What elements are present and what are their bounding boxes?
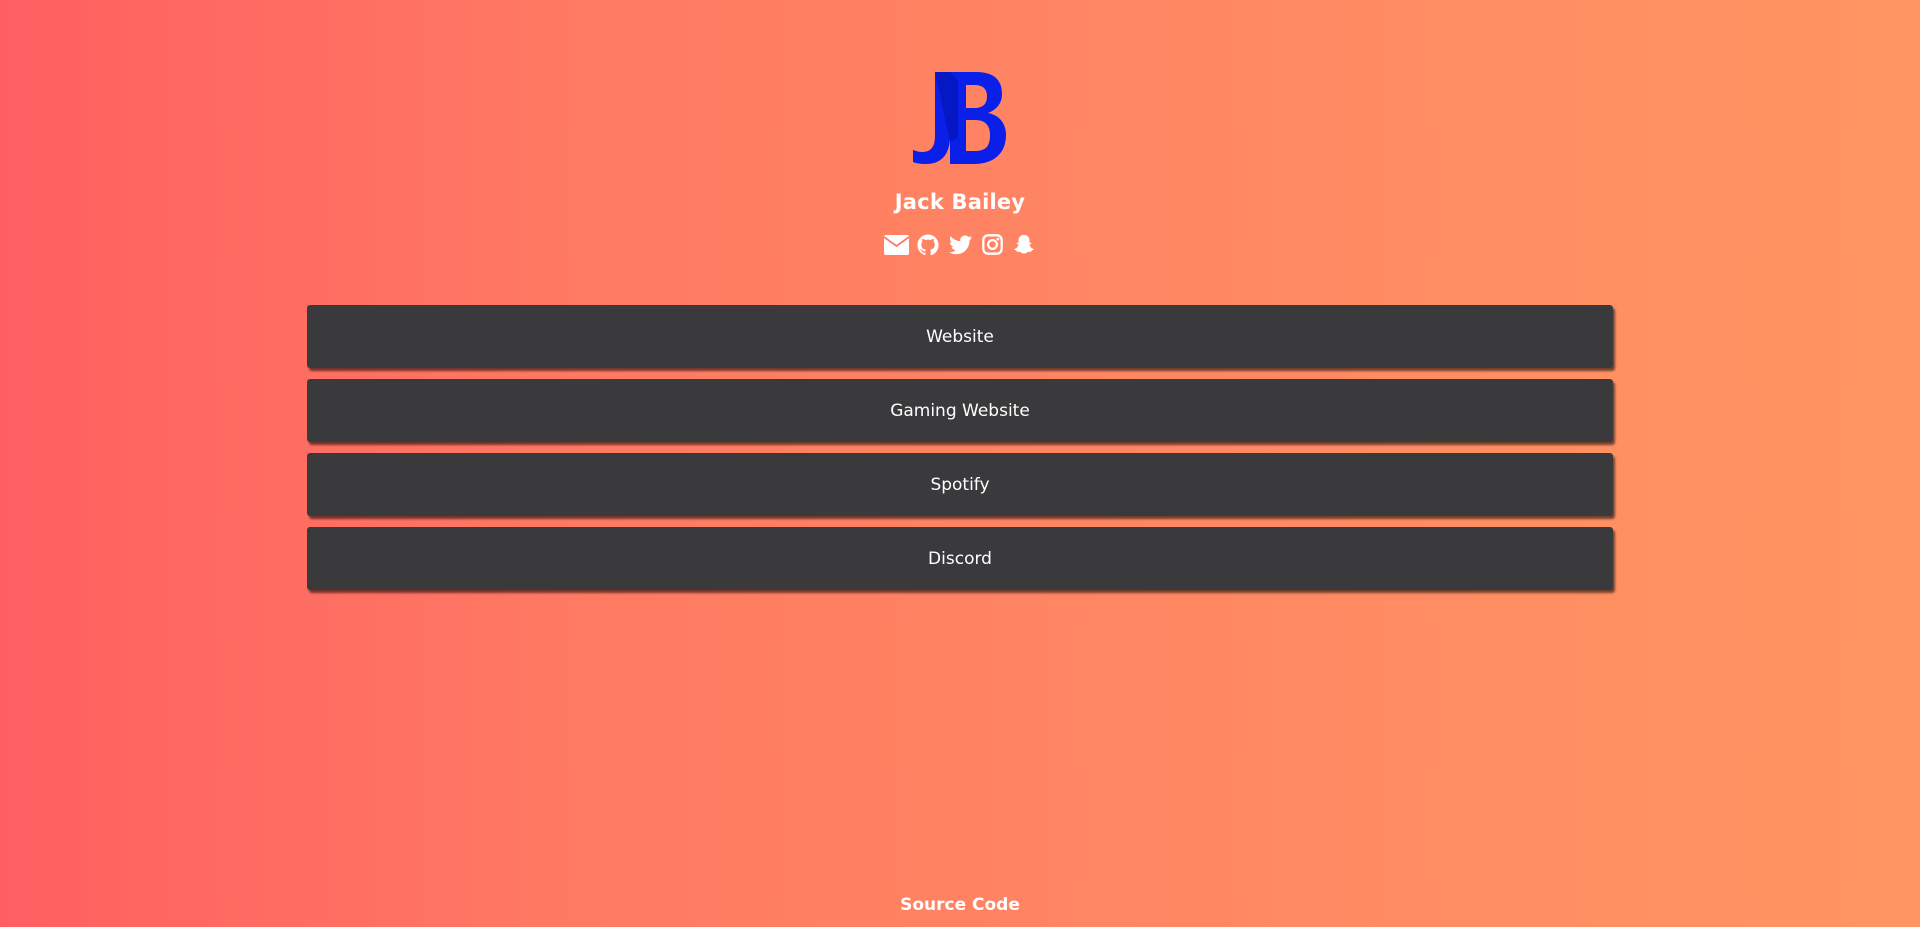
social-links <box>0 232 1920 257</box>
discord-link-button[interactable]: Discord <box>307 527 1613 590</box>
instagram-icon[interactable] <box>980 232 1005 257</box>
github-icon[interactable] <box>916 232 941 257</box>
gaming-website-link-button[interactable]: Gaming Website <box>307 379 1613 442</box>
website-link-button[interactable]: Website <box>307 305 1613 368</box>
twitter-icon[interactable] <box>948 232 973 257</box>
envelope-icon[interactable] <box>883 232 909 257</box>
snapchat-icon[interactable] <box>1012 232 1037 257</box>
link-label: Discord <box>928 548 992 569</box>
link-label: Gaming Website <box>890 400 1030 421</box>
profile-name: Jack Bailey <box>894 190 1026 214</box>
link-label: Website <box>926 326 994 347</box>
link-list: Website Gaming Website Spotify Discord <box>307 305 1613 601</box>
jb-logo-icon <box>910 68 1010 168</box>
source-code-link[interactable]: Source Code <box>0 895 1920 915</box>
link-label: Spotify <box>930 474 990 495</box>
spotify-link-button[interactable]: Spotify <box>307 453 1613 516</box>
